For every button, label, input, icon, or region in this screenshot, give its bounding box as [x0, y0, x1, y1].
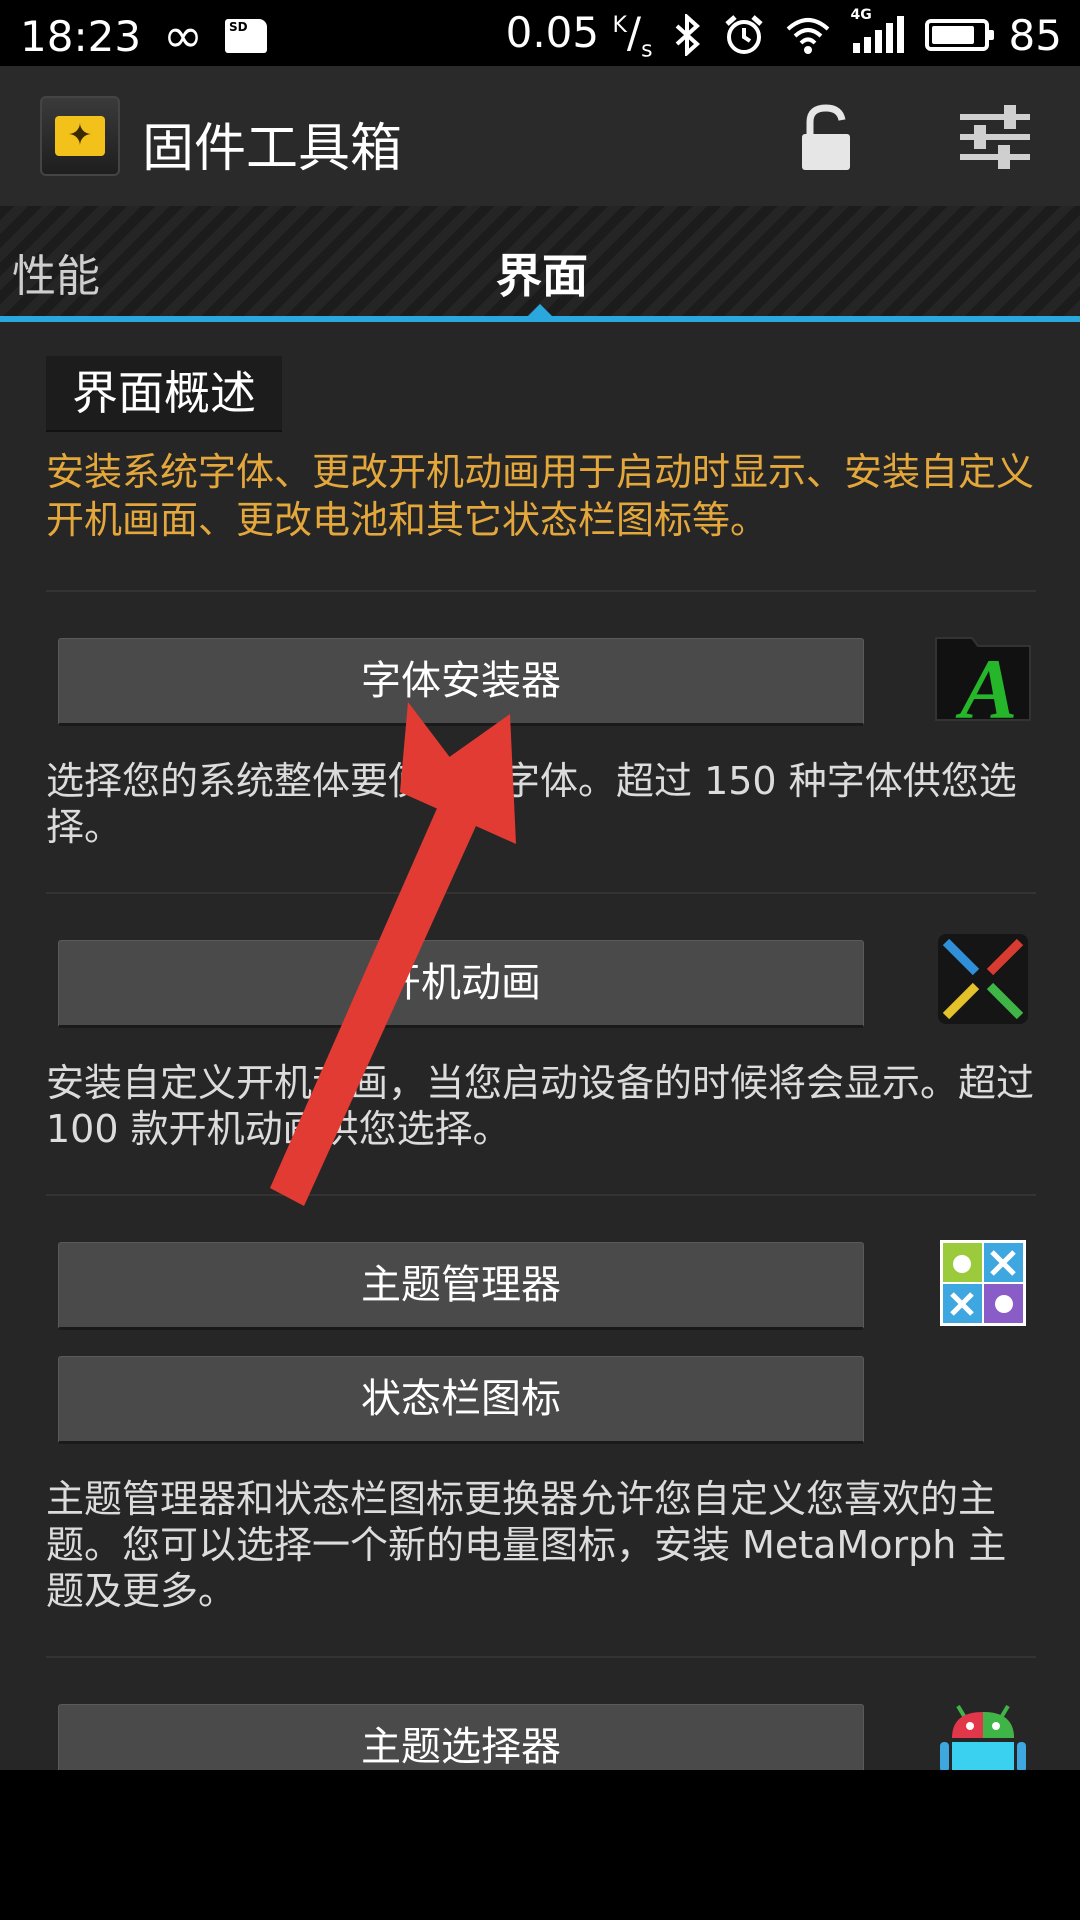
- interface-panel[interactable]: 界面概述 安装系统字体、更改开机动画用于启动时显示、安装自定义开机画面、更改电池…: [0, 322, 1080, 1770]
- battery-level: 85: [1008, 10, 1062, 60]
- status-bar-icons-button[interactable]: 状态栏图标: [58, 1356, 864, 1444]
- boot-animation-description: 安装自定义开机动画，当您启动设备的时候将会显示。超过 100 款开机动画供您选择…: [46, 1061, 1035, 1151]
- divider: [46, 892, 1036, 894]
- theme-manager-icon: [940, 1240, 1026, 1326]
- settings-sliders-icon[interactable]: [958, 102, 1032, 172]
- overview-text: 安装系统字体、更改开机动画用于启动时显示、安装自定义开机画面、更改电池和其它状态…: [46, 450, 1035, 542]
- wifi-icon: [786, 18, 829, 55]
- app-logo[interactable]: ✦: [40, 96, 120, 176]
- alarm-icon: [724, 15, 763, 55]
- active-tab-indicator: [526, 304, 554, 318]
- divider: [46, 1194, 1036, 1196]
- signal-icon: 4G: [851, 7, 905, 55]
- sd-card-icon: SD: [225, 19, 268, 53]
- tab-bar: 性能 界面: [0, 206, 1080, 322]
- tab-performance[interactable]: 性能: [12, 240, 100, 304]
- android-theme-icon: [940, 1704, 1026, 1770]
- boot-animation-button[interactable]: 开机动画: [58, 940, 864, 1028]
- divider: [46, 1656, 1036, 1658]
- tab-interface[interactable]: 界面: [496, 240, 588, 306]
- font-installer-description: 选择您的系统整体要使用的字体。超过 150 种字体供您选择。: [46, 759, 1017, 849]
- overview-heading: 界面概述: [46, 356, 282, 432]
- theme-manager-description: 主题管理器和状态栏图标更换器允许您自定义您喜欢的主题。您可以选择一个新的电量图标…: [46, 1477, 1007, 1613]
- app-logo-icon: ✦: [55, 116, 105, 156]
- status-bar: 18:23 ∞ SD 0.05 K/s 4G 85: [0, 0, 1080, 66]
- font-icon: A: [935, 637, 1031, 728]
- infinity-icon: ∞: [163, 8, 204, 64]
- bluetooth-icon: [675, 14, 700, 57]
- theme-manager-button[interactable]: 主题管理器: [58, 1242, 864, 1330]
- theme-chooser-button[interactable]: 主题选择器: [58, 1704, 864, 1770]
- font-installer-button[interactable]: 字体安装器: [58, 638, 864, 726]
- network-speed: 0.05 K/s: [505, 8, 653, 63]
- svg-text:A: A: [955, 641, 1017, 728]
- nav-area: [0, 1770, 1080, 1920]
- app-bar: ✦ 固件工具箱: [0, 66, 1080, 206]
- lock-icon[interactable]: [796, 102, 856, 172]
- clock: 18:23: [20, 11, 142, 61]
- boot-animation-icon: [938, 934, 1028, 1024]
- battery-icon: [924, 19, 994, 52]
- app-title: 固件工具箱: [142, 119, 403, 179]
- divider: [46, 590, 1036, 592]
